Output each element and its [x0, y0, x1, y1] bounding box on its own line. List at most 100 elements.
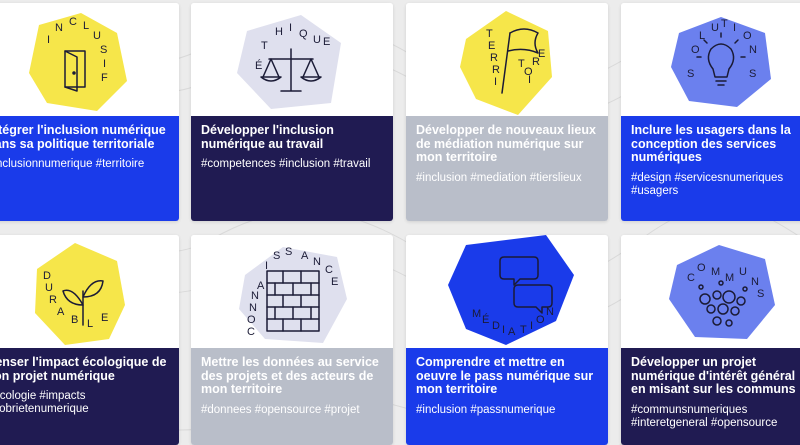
card-illustration: CON NAI SSA NCE: [191, 235, 393, 348]
periwinkle-blob: [671, 17, 771, 107]
card-illustration: ÉTH IQU E: [191, 3, 393, 116]
card-illustration: TER RIT OIR E: [406, 3, 608, 116]
card-tags: #inclusionnumerique #territoire: [0, 158, 145, 170]
svg-text:R: R: [49, 294, 57, 306]
svg-text:I: I: [530, 320, 533, 332]
svg-text:N: N: [751, 276, 759, 288]
card-illustration: SOL UTI ONS: [621, 3, 800, 116]
svg-text:I: I: [502, 324, 505, 336]
svg-text:S: S: [285, 246, 292, 258]
svg-text:T: T: [520, 324, 527, 336]
svg-text:M: M: [472, 308, 481, 320]
svg-text:O: O: [536, 314, 545, 326]
svg-text:U: U: [313, 34, 321, 46]
card-illustration: COM MUN S: [621, 235, 800, 348]
svg-text:H: H: [275, 26, 283, 38]
card-title[interactable]: Développer un projet numérique d'intérêt…: [631, 355, 800, 397]
svg-text:E: E: [331, 276, 338, 288]
svg-text:C: C: [69, 16, 77, 28]
svg-text:S: S: [749, 68, 756, 80]
svg-text:S: S: [100, 44, 107, 56]
svg-text:O: O: [691, 44, 700, 56]
svg-text:I: I: [733, 22, 736, 34]
svg-text:T: T: [486, 28, 493, 40]
card-inclusion-travail[interactable]: ÉTH IQU E Développer l'inclusion numériq…: [191, 3, 393, 221]
card-body: Comprendre et mettre en oeuvre le pass n…: [406, 348, 608, 445]
yellow-blob: [29, 13, 127, 111]
card-illustration: DUR ABL E: [0, 235, 179, 348]
card-body: Intégrer l'inclusion numérique dans sa p…: [0, 116, 179, 221]
svg-text:E: E: [323, 36, 330, 48]
card-title[interactable]: Intégrer l'inclusion numérique dans sa p…: [0, 123, 169, 151]
svg-text:M: M: [711, 266, 720, 278]
svg-text:U: U: [711, 22, 719, 34]
svg-text:N: N: [546, 306, 554, 318]
svg-text:A: A: [508, 326, 516, 338]
svg-text:L: L: [83, 20, 89, 32]
card-donnees-territoire[interactable]: CON NAI SSA NCE Mettre les données au se…: [191, 235, 393, 445]
svg-text:N: N: [249, 302, 257, 314]
card-tags: #design #servicesnumeriques #usagers: [631, 171, 784, 197]
svg-text:L: L: [87, 318, 93, 330]
card-lieux-mediation[interactable]: TER RIT OIR E Développer de nouveaux lie…: [406, 3, 608, 221]
svg-text:I: I: [528, 74, 531, 86]
svg-text:R: R: [490, 52, 498, 64]
card-title[interactable]: Penser l'impact écologique de son projet…: [0, 355, 169, 383]
svg-text:A: A: [301, 250, 309, 262]
card-title[interactable]: Développer de nouveaux lieux de médiatio…: [416, 123, 598, 165]
svg-text:I: I: [289, 22, 292, 34]
svg-text:M: M: [725, 272, 734, 284]
svg-text:C: C: [325, 264, 333, 276]
card-body: Mettre les données au service des projet…: [191, 348, 393, 445]
card-impact-ecologique[interactable]: DUR ABL E Penser l'impact écologique de …: [0, 235, 179, 445]
card-title[interactable]: Mettre les données au service des projet…: [201, 355, 383, 397]
svg-text:I: I: [103, 58, 106, 70]
svg-text:C: C: [687, 272, 695, 284]
card-illustration: INC LUS IF: [0, 3, 179, 116]
svg-text:B: B: [71, 314, 78, 326]
svg-text:É: É: [255, 59, 262, 72]
svg-text:U: U: [45, 282, 53, 294]
card-title[interactable]: Comprendre et mettre en oeuvre le pass n…: [416, 355, 598, 397]
svg-text:F: F: [101, 72, 108, 84]
svg-text:N: N: [55, 22, 63, 34]
card-tags: #competences #inclusion #travail: [201, 158, 371, 170]
svg-text:S: S: [273, 250, 280, 262]
svg-text:O: O: [743, 30, 752, 42]
svg-text:I: I: [494, 76, 497, 88]
card-pass-numerique[interactable]: MÉD IAT ION Comprendre et mettre en oeuv…: [406, 235, 608, 445]
svg-text:N: N: [749, 44, 757, 56]
svg-text:T: T: [721, 18, 728, 30]
card-tags: #ecologie #impacts #sobrietenumerique: [0, 390, 89, 415]
svg-text:A: A: [57, 306, 65, 318]
svg-text:I: I: [47, 34, 50, 46]
card-tags: #communsnumeriques #interetgeneral #open…: [631, 403, 778, 429]
svg-text:D: D: [492, 320, 500, 332]
card-body: Inclure les usagers dans la conception d…: [621, 116, 800, 221]
card-inclusion-territoriale[interactable]: INC LUS IF Intégrer l'inclusion numériqu…: [0, 3, 179, 221]
card-usagers-conception[interactable]: SOL UTI ONS Inclure les usagers dans la …: [621, 3, 800, 221]
svg-text:R: R: [492, 64, 500, 76]
card-body: Penser l'impact écologique de son projet…: [0, 348, 179, 445]
svg-text:C: C: [247, 326, 255, 338]
card-body: Développer un projet numérique d'intérêt…: [621, 348, 800, 445]
svg-text:I: I: [265, 260, 268, 272]
svg-text:U: U: [739, 266, 747, 278]
card-communs[interactable]: COM MUN S Développer un projet numérique…: [621, 235, 800, 445]
card-body: Développer de nouveaux lieux de médiatio…: [406, 116, 608, 221]
svg-text:O: O: [697, 262, 706, 274]
card-tags: #donnees #opensource #projet: [201, 403, 360, 416]
svg-text:U: U: [93, 30, 101, 42]
card-title[interactable]: Développer l'inclusion numérique au trav…: [201, 123, 383, 151]
svg-text:É: É: [482, 313, 489, 326]
svg-text:O: O: [247, 314, 256, 326]
svg-text:E: E: [101, 312, 108, 324]
svg-text:E: E: [488, 40, 495, 52]
card-body: Développer l'inclusion numérique au trav…: [191, 116, 393, 221]
svg-text:S: S: [687, 68, 694, 80]
card-title[interactable]: Inclure les usagers dans la conception d…: [631, 123, 800, 165]
svg-text:L: L: [699, 30, 705, 42]
svg-text:Q: Q: [299, 28, 308, 40]
svg-text:T: T: [261, 40, 268, 52]
card-illustration: MÉD IAT ION: [406, 235, 608, 348]
